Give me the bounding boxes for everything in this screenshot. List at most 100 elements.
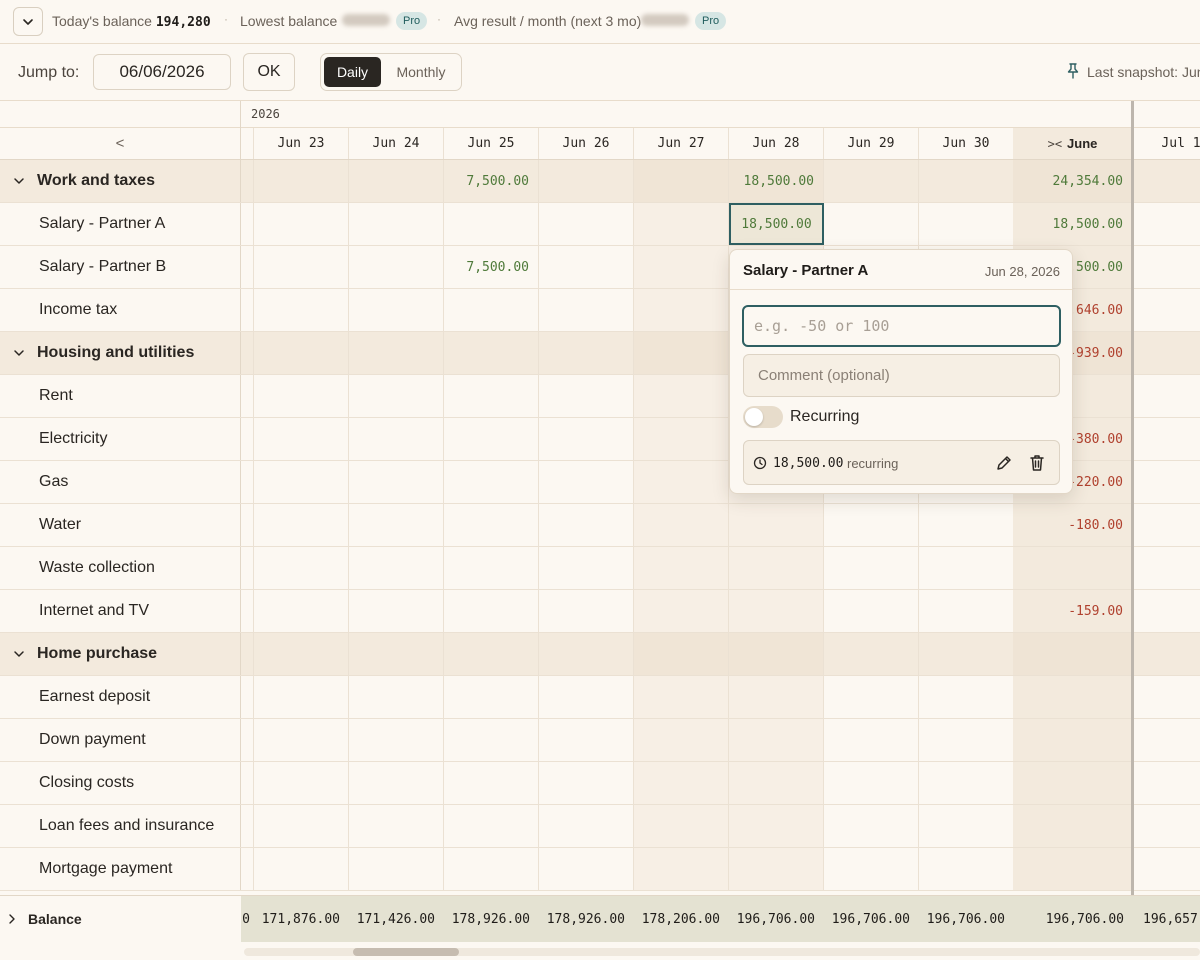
amount-cell[interactable] xyxy=(919,160,1014,202)
amount-cell[interactable] xyxy=(919,547,1014,589)
amount-cell[interactable]: 18,500.00 xyxy=(729,160,824,202)
amount-cell[interactable] xyxy=(919,719,1014,761)
amount-cell[interactable] xyxy=(729,848,824,890)
pencil-icon[interactable] xyxy=(994,453,1014,473)
pin-icon[interactable] xyxy=(1066,63,1080,79)
amount-cell[interactable]: 7,500.00 xyxy=(444,246,539,288)
amount-cell[interactable] xyxy=(349,676,444,718)
amount-cell[interactable] xyxy=(349,547,444,589)
amount-cell[interactable] xyxy=(919,633,1014,675)
amount-cell-next-month[interactable] xyxy=(1134,590,1200,632)
amount-cell[interactable] xyxy=(919,676,1014,718)
amount-cell[interactable] xyxy=(539,547,634,589)
amount-cell[interactable] xyxy=(444,504,539,546)
amount-cell[interactable] xyxy=(444,719,539,761)
amount-cell[interactable] xyxy=(254,633,349,675)
amount-cell[interactable] xyxy=(824,762,919,804)
amount-cell[interactable] xyxy=(729,762,824,804)
amount-cell[interactable] xyxy=(824,805,919,847)
amount-cell[interactable] xyxy=(254,160,349,202)
amount-cell[interactable] xyxy=(539,504,634,546)
amount-cell[interactable] xyxy=(539,461,634,503)
amount-cell[interactable] xyxy=(539,246,634,288)
amount-cell[interactable] xyxy=(634,246,729,288)
amount-cell[interactable] xyxy=(634,289,729,331)
recurring-toggle[interactable] xyxy=(743,406,783,428)
amount-cell[interactable] xyxy=(444,762,539,804)
amount-cell[interactable] xyxy=(254,289,349,331)
amount-cell[interactable] xyxy=(349,160,444,202)
amount-cell[interactable] xyxy=(444,805,539,847)
amount-cell[interactable] xyxy=(824,203,919,245)
amount-cell-next-month[interactable] xyxy=(1134,719,1200,761)
tab-monthly[interactable]: Monthly xyxy=(383,57,459,87)
amount-cell[interactable] xyxy=(539,848,634,890)
amount-cell-next-month[interactable] xyxy=(1134,246,1200,288)
amount-cell[interactable] xyxy=(254,547,349,589)
amount-cell[interactable] xyxy=(254,332,349,374)
amount-cell[interactable] xyxy=(634,504,729,546)
amount-cell[interactable] xyxy=(539,203,634,245)
amount-cell[interactable] xyxy=(444,375,539,417)
amount-cell[interactable] xyxy=(729,805,824,847)
amount-cell[interactable] xyxy=(349,289,444,331)
amount-cell[interactable] xyxy=(634,375,729,417)
amount-cell[interactable] xyxy=(349,418,444,460)
amount-cell[interactable] xyxy=(539,590,634,632)
amount-cell[interactable] xyxy=(729,590,824,632)
amount-cell[interactable] xyxy=(539,418,634,460)
amount-cell[interactable] xyxy=(634,332,729,374)
amount-cell[interactable] xyxy=(444,676,539,718)
amount-cell[interactable] xyxy=(634,633,729,675)
amount-cell-next-month[interactable] xyxy=(1134,547,1200,589)
amount-cell[interactable]: 7,500.00 xyxy=(444,160,539,202)
amount-cell[interactable] xyxy=(634,848,729,890)
amount-cell[interactable] xyxy=(349,504,444,546)
amount-cell[interactable] xyxy=(919,848,1014,890)
amount-cell[interactable] xyxy=(919,805,1014,847)
amount-cell[interactable] xyxy=(634,203,729,245)
amount-cell[interactable] xyxy=(634,461,729,503)
amount-cell-next-month[interactable] xyxy=(1134,418,1200,460)
amount-cell[interactable] xyxy=(444,332,539,374)
amount-cell[interactable] xyxy=(444,418,539,460)
amount-cell[interactable] xyxy=(444,203,539,245)
amount-cell[interactable] xyxy=(539,160,634,202)
amount-cell[interactable] xyxy=(824,848,919,890)
amount-cell[interactable] xyxy=(919,762,1014,804)
amount-cell[interactable] xyxy=(729,504,824,546)
amount-cell[interactable] xyxy=(634,676,729,718)
amount-cell[interactable] xyxy=(254,461,349,503)
amount-cell[interactable] xyxy=(729,633,824,675)
amount-cell[interactable] xyxy=(824,160,919,202)
prev-period-button[interactable]: < xyxy=(0,128,241,159)
amount-cell-next-month[interactable] xyxy=(1134,203,1200,245)
amount-input[interactable] xyxy=(742,305,1061,347)
amount-cell[interactable] xyxy=(444,633,539,675)
jump-date-input[interactable] xyxy=(93,54,231,90)
amount-cell[interactable] xyxy=(539,719,634,761)
amount-cell[interactable] xyxy=(254,676,349,718)
amount-cell[interactable] xyxy=(729,547,824,589)
amount-cell[interactable] xyxy=(349,375,444,417)
amount-cell[interactable] xyxy=(254,246,349,288)
last-snapshot-link[interactable]: Last snapshot: Jun xyxy=(1087,64,1200,80)
amount-cell-next-month[interactable] xyxy=(1134,332,1200,374)
amount-cell[interactable] xyxy=(444,547,539,589)
amount-cell[interactable] xyxy=(824,504,919,546)
amount-cell[interactable] xyxy=(349,633,444,675)
horizontal-scrollbar[interactable] xyxy=(244,948,1200,956)
amount-cell[interactable] xyxy=(539,289,634,331)
amount-cell[interactable] xyxy=(539,762,634,804)
amount-cell[interactable] xyxy=(254,805,349,847)
amount-cell[interactable] xyxy=(919,590,1014,632)
amount-cell[interactable] xyxy=(349,590,444,632)
collapse-stats-button[interactable] xyxy=(13,7,43,36)
amount-cell[interactable] xyxy=(634,762,729,804)
group-label[interactable]: Home purchase xyxy=(0,633,241,675)
amount-cell[interactable] xyxy=(444,289,539,331)
amount-cell[interactable] xyxy=(349,805,444,847)
amount-cell[interactable] xyxy=(634,418,729,460)
pro-badge[interactable]: Pro xyxy=(695,12,727,30)
trash-icon[interactable] xyxy=(1027,453,1047,473)
